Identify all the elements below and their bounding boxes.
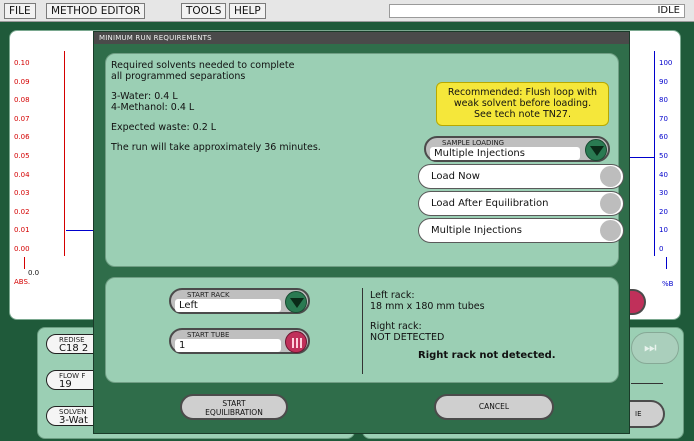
right-rack-value: NOT DETECTED xyxy=(370,332,445,343)
column-value: C18 2 xyxy=(59,343,89,354)
fast-forward-button: ⏭ xyxy=(631,332,679,364)
left-axis-line xyxy=(64,51,65,256)
right-axis-tick: 0 xyxy=(659,245,664,253)
help-menu[interactable]: HELP xyxy=(229,3,266,19)
option-load-now[interactable]: Load Now xyxy=(418,164,624,189)
option-multiple-injections[interactable]: Multiple Injections xyxy=(418,218,624,243)
left-rack-label: Left rack: xyxy=(370,290,415,301)
right-axis-marker xyxy=(666,257,667,269)
grid-icon[interactable] xyxy=(285,331,307,353)
left-axis-tick: 0.07 xyxy=(14,114,30,123)
run-status: IDLE xyxy=(389,4,685,18)
chevron-down-icon[interactable] xyxy=(285,291,307,313)
dialog-title: MINIMUM RUN REQUIREMENTS xyxy=(94,32,629,44)
start-rack-label: START RACK xyxy=(187,291,230,299)
left-axis-tick: 0.05 xyxy=(14,152,30,160)
right-axis-unit: %B xyxy=(662,280,674,288)
sample-loading-value: Multiple Injections xyxy=(430,147,580,160)
intro-line-2: all programmed separations xyxy=(111,71,246,82)
minimum-run-requirements-dialog: MINIMUM RUN REQUIREMENTS Required solven… xyxy=(93,31,630,434)
left-axis-tick: 0.03 xyxy=(14,189,30,198)
expected-waste: Expected waste: 0.2 L xyxy=(111,122,217,133)
right-axis-line xyxy=(654,51,655,256)
chevron-down-icon[interactable] xyxy=(585,139,607,161)
left-axis-tick: 0.09 xyxy=(14,77,30,86)
background-button-edge: IE xyxy=(629,400,665,428)
left-axis-tick: 0.06 xyxy=(14,133,30,142)
right-axis-tick: 30 xyxy=(659,189,668,198)
requirements-panel: Required solvents needed to complete all… xyxy=(105,53,624,267)
start-rack-dropdown[interactable]: START RACK Left xyxy=(169,288,310,314)
run-duration: The run will take approximately 36 minut… xyxy=(111,142,321,153)
note-line-1: Recommended: Flush loop with xyxy=(447,87,598,98)
gradient-line xyxy=(66,230,96,231)
start-rack-value: Left xyxy=(175,299,281,312)
solvent-value: 3-Wat xyxy=(59,415,88,426)
radio-indicator[interactable] xyxy=(600,193,621,214)
sample-loading-dropdown[interactable]: SAMPLE LOADING Multiple Injections xyxy=(424,136,610,162)
axis-marker xyxy=(24,257,25,269)
flow-value: 19 xyxy=(59,379,72,390)
option-label: Multiple Injections xyxy=(431,225,522,236)
right-axis-tick: 60 xyxy=(659,133,668,142)
separator-line xyxy=(631,383,663,384)
left-axis-zero: 0.0 xyxy=(28,269,40,277)
right-axis-tick: 80 xyxy=(659,96,668,105)
gradient-line-right xyxy=(626,157,654,158)
option-label: Load After Equilibration xyxy=(431,198,549,209)
methanol-requirement: 4-Methanol: 0.4 L xyxy=(111,102,195,113)
method-editor-menu[interactable]: METHOD EDITOR xyxy=(46,3,146,19)
water-requirement: 3-Water: 0.4 L xyxy=(111,91,178,102)
left-axis-tick: 0.10 xyxy=(14,59,30,67)
start-equilibration-button[interactable]: START EQUILIBRATION xyxy=(180,394,288,420)
start-tube-value: 1 xyxy=(175,339,281,352)
file-menu[interactable]: FILE xyxy=(4,3,36,19)
rack-panel: START RACK Left START TUBE 1 Left rack: … xyxy=(105,277,619,383)
left-axis-tick: 0.00 xyxy=(14,245,30,253)
tools-menu[interactable]: TOOLS xyxy=(181,3,227,19)
fast-forward-icon: ⏭ xyxy=(644,340,657,356)
right-axis-tick: 20 xyxy=(659,207,668,216)
left-axis-tick: 0.02 xyxy=(14,207,30,216)
right-axis-tick: 40 xyxy=(659,170,668,179)
sample-loading-label: SAMPLE LOADING xyxy=(442,139,505,147)
right-axis-tick: 10 xyxy=(659,226,668,235)
intro-line-1: Required solvents needed to complete xyxy=(111,60,295,71)
left-axis-tick: 0.01 xyxy=(14,226,30,235)
menu-bar: FILE METHOD EDITOR TOOLS HELP IDLE xyxy=(0,0,694,22)
left-axis-tick: 0.04 xyxy=(14,170,30,179)
recommendation-note: Recommended: Flush loop with weak solven… xyxy=(436,82,609,126)
start-tube-selector[interactable]: START TUBE 1 xyxy=(169,328,310,354)
start-button-line-2: EQUILIBRATION xyxy=(205,408,263,417)
radio-indicator[interactable] xyxy=(600,220,621,241)
option-label: Load Now xyxy=(431,171,480,182)
start-tube-label: START TUBE xyxy=(187,331,230,339)
right-rack-label: Right rack: xyxy=(370,321,422,332)
start-button-line-1: START xyxy=(222,399,246,408)
cancel-button[interactable]: CANCEL xyxy=(434,394,554,420)
left-rack-value: 18 mm x 180 mm tubes xyxy=(370,301,485,312)
radio-indicator[interactable] xyxy=(600,166,621,187)
option-load-after-equilibration[interactable]: Load After Equilibration xyxy=(418,191,624,216)
right-axis-tick: 100 xyxy=(659,59,673,67)
right-axis-tick: 90 xyxy=(659,77,668,86)
rack-divider xyxy=(362,288,363,374)
note-line-2: weak solvent before loading. xyxy=(453,98,592,109)
note-line-3: See tech note TN27. xyxy=(473,109,571,120)
rack-warning: Right rack not detected. xyxy=(418,350,556,361)
right-axis-tick: 50 xyxy=(659,152,668,160)
left-axis-unit: ABS. xyxy=(14,278,31,286)
right-axis-tick: 70 xyxy=(659,114,668,123)
left-axis-tick: 0.08 xyxy=(14,96,30,105)
